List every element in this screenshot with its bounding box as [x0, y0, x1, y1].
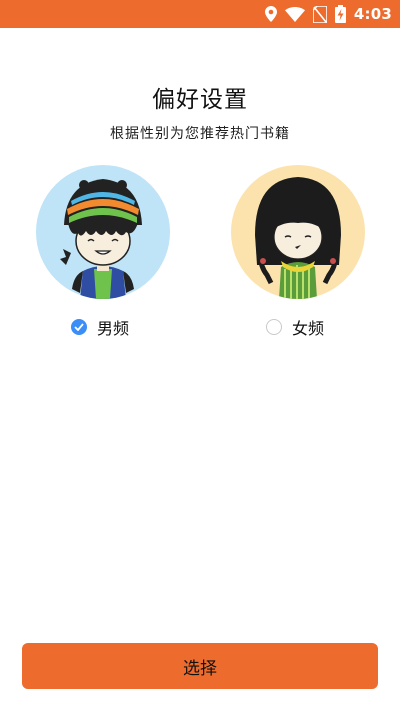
wifi-icon — [284, 6, 305, 22]
radio-unchecked-icon[interactable] — [266, 319, 282, 335]
select-button[interactable]: 选择 — [22, 643, 378, 689]
radio-checked-icon[interactable] — [71, 319, 87, 335]
page-title: 偏好设置 — [152, 87, 248, 113]
boy-avatar[interactable] — [36, 165, 170, 299]
location-icon — [264, 6, 277, 22]
option-female-label: 女频 — [292, 319, 325, 338]
option-male-label: 男频 — [97, 319, 130, 338]
battery-charging-icon — [334, 5, 346, 23]
status-icons: 4:03 — [264, 0, 392, 28]
no-sim-icon — [312, 5, 327, 23]
page-subtitle: 根据性别为您推荐热门书籍 — [110, 126, 290, 142]
option-female[interactable]: 女频 — [266, 314, 324, 340]
status-time: 4:03 — [353, 5, 392, 23]
girl-avatar[interactable] — [231, 165, 365, 299]
status-bar: 4:03 — [0, 0, 400, 28]
option-male[interactable]: 男频 — [71, 314, 129, 340]
